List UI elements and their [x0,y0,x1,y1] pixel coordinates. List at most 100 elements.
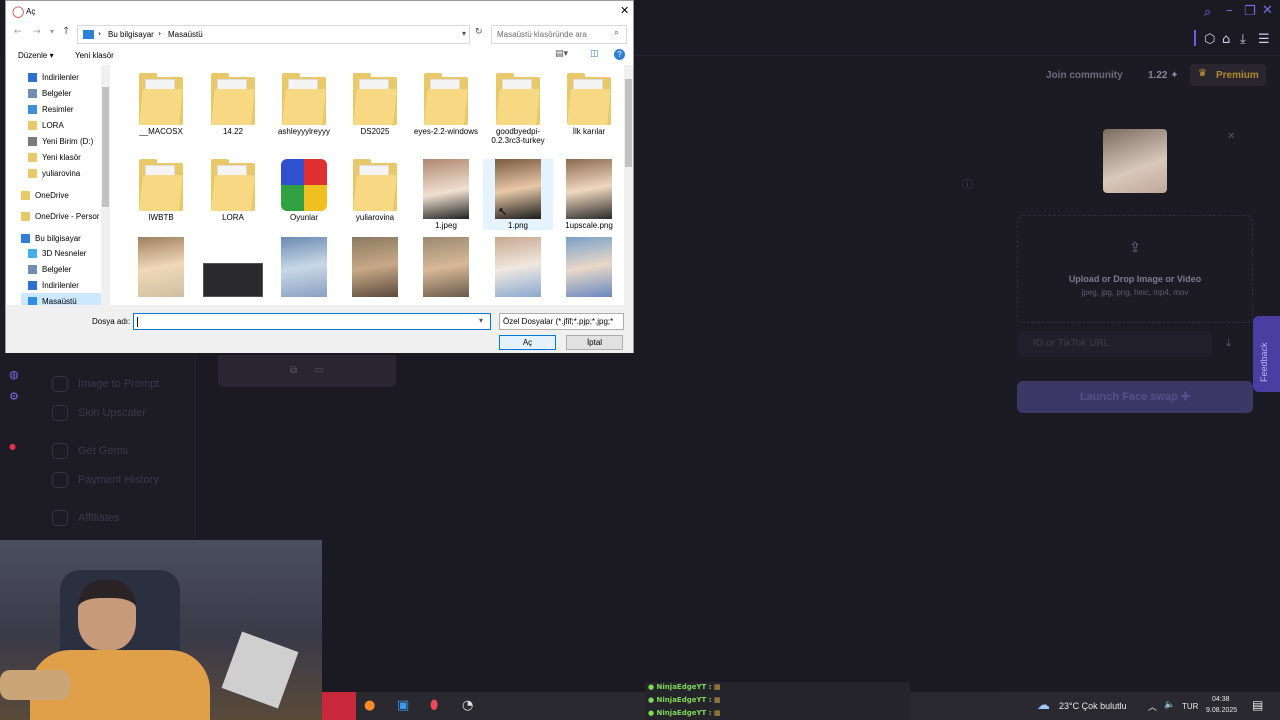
taskbar-app-red[interactable] [322,692,356,720]
url-input[interactable]: IG or TikTok URL [1018,331,1212,357]
file-item[interactable]: goodbyedpi-0.2.3rc3-turkey [483,73,553,145]
view-options-icon[interactable]: ▤▾ [555,49,568,59]
address-field[interactable]: › Bu bilgisayar › Masaüstü ▾ [77,25,470,44]
tray-chevron-icon[interactable]: ︿ [1148,700,1157,713]
up-icon[interactable]: ↑ [62,26,70,37]
search-input[interactable]: Masaüstü klasöründe ara [491,25,627,44]
close-icon[interactable]: ✕ [1262,3,1273,18]
organize-menu[interactable]: Düzenle ▾ [18,51,54,60]
nav-item[interactable]: Bu bilgisayar [21,230,81,246]
nav-item[interactable]: İndirilenler [28,69,79,85]
sidebar-item-skin-upscaler[interactable]: Skin Upscaler [52,405,146,421]
nav-scroll-thumb[interactable] [102,87,109,207]
video-icon[interactable]: ▭ [314,365,323,376]
nav-item[interactable]: Yeni klasör [28,149,81,165]
edit-icon[interactable]: ⧉ [290,365,297,376]
breadcrumb-this-pc[interactable]: Bu bilgisayar [108,30,154,39]
restore-icon[interactable]: ❐ [1244,4,1256,19]
file-item[interactable]: 1upscale.png [554,159,623,230]
clock-time[interactable]: 04:38 [1212,696,1230,703]
file-item[interactable]: Oyunlar [269,159,339,222]
download-icon[interactable]: ⤓ [1240,32,1246,47]
window-icon[interactable]: ▣ [397,698,409,713]
chevron-down-icon[interactable]: ▾ [479,316,483,325]
upload-dropzone[interactable]: ⇪ Upload or Drop Image or Video jpeg, jp… [1017,215,1253,323]
extension-icon[interactable]: ⬡ [1204,32,1215,47]
obs-icon[interactable]: ◔ [462,698,473,713]
file-item[interactable] [340,237,410,299]
breadcrumb-desktop[interactable]: Masaüstü [168,30,203,39]
cancel-button[interactable]: İptal [566,335,623,350]
nav-item[interactable]: OneDrive - Persor [21,208,99,224]
close-icon[interactable]: ✕ [620,4,629,17]
forward-icon[interactable]: → [33,27,41,37]
sidebar-item-affiliates[interactable]: Affiliates [52,510,119,526]
nav-item[interactable]: OneDrive [21,187,69,203]
sidebar-item-payment-history[interactable]: Payment History [52,472,159,488]
file-item[interactable]: DS2025 [340,73,410,136]
launch-face-swap-button[interactable]: Launch Face swap ✚ [1017,381,1253,413]
file-item[interactable] [269,237,339,299]
info-icon[interactable]: ⓘ [962,176,973,192]
file-item[interactable]: 1.png [483,159,553,230]
nav-item[interactable]: Belgeler [28,261,71,277]
pin-icon[interactable]: ⬮ [430,698,438,713]
feedback-tab[interactable]: Feedback [1253,316,1280,392]
face-thumbnail[interactable] [1103,129,1167,193]
file-item[interactable]: yuliarovina [340,159,410,222]
filename-input[interactable]: ▾ [133,313,491,330]
menu-icon[interactable]: ☰ [1258,32,1270,47]
file-item[interactable]: IWBTB [126,159,196,222]
help-icon[interactable]: ? [614,49,625,60]
clock-date[interactable]: 9.08.2025 [1206,707,1237,714]
refresh-icon[interactable]: ↻ [475,27,483,37]
open-button[interactable]: Aç [499,335,556,350]
file-item[interactable]: eyes-2.2-windows [411,73,481,136]
volume-icon[interactable]: 🔈 [1164,700,1175,710]
youtube-icon[interactable]: ● [9,442,16,451]
sidebar-item-image-to-prompt[interactable]: Image to Prompt [52,376,159,392]
search-icon[interactable]: ⌕ [1204,5,1211,20]
file-item[interactable] [198,237,268,299]
file-item[interactable]: ashleyyylreyyy [269,73,339,136]
language-indicator[interactable]: TUR [1182,702,1198,711]
join-community-link[interactable]: Join community [1046,70,1123,81]
file-item[interactable]: İlk karılar [554,73,623,136]
nav-item[interactable]: İndirilenler [28,277,79,293]
nav-item[interactable]: LORA [28,117,64,133]
firefox-icon[interactable]: ● [364,698,375,713]
remove-icon[interactable]: ✕ [1227,131,1235,142]
file-scrollbar[interactable] [624,65,633,305]
face-icon[interactable]: ◍ [9,368,19,381]
weather-icon[interactable]: ☁ [1037,698,1050,713]
recent-chevron-icon[interactable]: ▾ [50,27,54,36]
address-dropdown-icon[interactable]: ▾ [462,29,466,38]
nav-item[interactable]: Yeni Birim (D:) [28,133,93,149]
premium-button[interactable]: ♛ Premium [1190,64,1266,86]
file-item[interactable] [411,237,481,299]
file-item[interactable]: __MACOSX [126,73,196,136]
filetype-select[interactable]: Özel Dosyalar (*.jfif;*.pjp;*.jpg;* [499,313,624,330]
file-item[interactable] [126,237,196,299]
settings-icon[interactable]: ⚙ [9,390,19,403]
nav-item[interactable]: Belgeler [28,85,71,101]
file-item[interactable] [554,237,623,299]
preview-pane-icon[interactable]: ◫ [590,49,599,59]
file-item[interactable]: 14.22 [198,73,268,136]
nav-item[interactable]: yuliarovina [28,165,80,181]
nav-item[interactable]: 3D Nesneler [28,245,86,261]
file-item[interactable]: 1.jpeg [411,159,481,230]
minimize-icon[interactable]: – [1226,3,1233,18]
notification-icon[interactable]: ▤ [1252,698,1263,712]
nav-scrollbar[interactable] [101,65,110,305]
weather-text[interactable]: 23°C Çok bulutlu [1059,701,1127,711]
back-icon[interactable]: ← [14,27,22,37]
file-scroll-thumb[interactable] [625,79,632,167]
sidebar-item-get-gems[interactable]: Get Gems [52,443,128,459]
download-url-icon[interactable]: ⤓ [1226,336,1231,350]
profile-icon[interactable]: ⌂ [1222,32,1230,47]
nav-item[interactable]: Resimler [28,101,74,117]
file-item[interactable]: LORA [198,159,268,222]
new-folder-button[interactable]: Yeni klasör [75,51,114,60]
file-item[interactable] [483,237,553,299]
